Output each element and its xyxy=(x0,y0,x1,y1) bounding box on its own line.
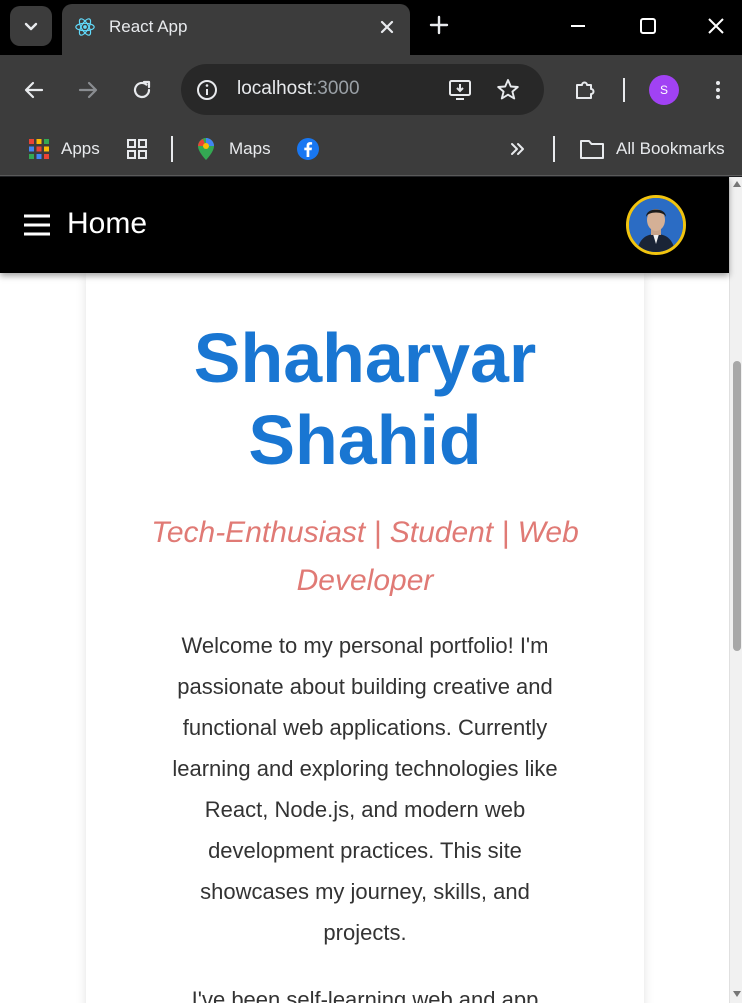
more-bookmarks-button[interactable] xyxy=(508,134,528,164)
intro-line: React, Node.js, and modern web xyxy=(204,797,526,822)
app-bar: Home xyxy=(0,177,729,273)
minimize-icon[interactable] xyxy=(566,14,590,38)
url-text: localhost:3000 xyxy=(237,78,360,100)
puzzle-icon xyxy=(576,81,595,99)
bookmark-maps[interactable]: Maps xyxy=(195,134,271,164)
tab-title: React App xyxy=(109,17,188,36)
browser-tab[interactable]: React App xyxy=(62,4,410,55)
hero-name: Shaharyar Shahid xyxy=(86,317,644,481)
scroll-up-arrow-icon[interactable] xyxy=(733,181,741,187)
close-tab-icon[interactable] xyxy=(376,16,398,38)
back-button[interactable] xyxy=(20,76,48,104)
facebook-icon xyxy=(297,138,319,160)
profile-initial: S xyxy=(659,83,668,97)
grid-icon xyxy=(127,139,147,159)
site-info-icon[interactable] xyxy=(195,78,219,102)
all-bookmarks-label: All Bookmarks xyxy=(616,139,725,158)
bookmark-maps-label: Maps xyxy=(229,139,271,158)
intro-line: passionate about building creative and xyxy=(177,674,553,699)
profile-avatar[interactable]: S xyxy=(649,75,679,105)
hero-name-first: Shaharyar xyxy=(193,319,537,397)
intro-line: Welcome to my personal portfolio! I'm xyxy=(181,633,549,658)
tagline-line: Tech-Enthusiast | Student | Web xyxy=(151,516,579,549)
folder-icon xyxy=(580,140,604,159)
page-title: Home xyxy=(67,207,148,240)
menu-button[interactable] xyxy=(704,76,732,104)
forward-button[interactable] xyxy=(74,76,102,104)
address-bar[interactable]: localhost:3000 xyxy=(181,64,544,115)
new-tab-icon[interactable] xyxy=(426,12,452,38)
arrow-right-icon xyxy=(78,81,98,99)
profile-photo-icon xyxy=(629,198,683,252)
window-close-icon[interactable] xyxy=(704,14,728,38)
intro-line: learning and exploring technologies like xyxy=(172,756,558,781)
hero-name-last: Shahid xyxy=(248,401,482,479)
double-chevron-right-icon xyxy=(511,143,524,155)
tab-groups-button[interactable] xyxy=(126,134,148,164)
hero-tagline: Tech-Enthusiast | Student | Web Develope… xyxy=(126,509,604,605)
browser-toolbar: localhost:3000 S xyxy=(0,55,742,124)
tab-search-button[interactable] xyxy=(10,6,52,46)
reload-button[interactable] xyxy=(128,76,156,104)
intro-paragraph: Welcome to my personal portfolio! I'm pa… xyxy=(136,625,594,953)
bookmark-facebook[interactable] xyxy=(296,134,320,164)
page-scrollbar[interactable] xyxy=(729,177,742,1003)
page-viewport: Home Shaharyar Shahid Tech-Enthusiast | … xyxy=(0,177,742,1003)
reload-icon xyxy=(133,80,151,99)
scroll-down-arrow-icon[interactable] xyxy=(733,991,741,997)
user-avatar[interactable] xyxy=(626,195,686,255)
bookmark-divider xyxy=(171,136,173,162)
bookmark-star-icon[interactable] xyxy=(495,77,521,103)
all-bookmarks-button[interactable]: All Bookmarks xyxy=(579,134,725,164)
intro-line: showcases my journey, skills, and xyxy=(200,879,530,904)
bookmark-apps-label: Apps xyxy=(61,139,100,158)
toolbar-divider xyxy=(623,78,625,102)
bookmark-apps[interactable]: Apps xyxy=(28,134,100,164)
intro-line: development practices. This site xyxy=(208,838,522,863)
apps-grid-icon xyxy=(29,139,49,159)
react-icon xyxy=(75,18,95,36)
intro-line: projects. xyxy=(323,920,407,945)
hamburger-menu-icon[interactable] xyxy=(23,213,51,237)
profile-card: Shaharyar Shahid Tech-Enthusiast | Stude… xyxy=(86,273,644,1003)
bookmarks-bar: Apps Maps All Bookmarks xyxy=(0,124,742,176)
url-port: :3000 xyxy=(312,78,360,99)
second-paragraph: I've been self-learning web and app xyxy=(136,979,594,1003)
intro-line: functional web applications. Currently xyxy=(182,715,548,740)
tagline-line: Developer xyxy=(296,564,434,597)
tab-strip: React App xyxy=(0,0,742,55)
bookmark-divider xyxy=(553,136,555,162)
install-app-icon[interactable] xyxy=(447,77,473,103)
arrow-left-icon xyxy=(24,81,44,99)
chevron-down-icon xyxy=(24,22,38,31)
extensions-button[interactable] xyxy=(571,76,599,104)
intro-line: I've been self-learning web and app xyxy=(191,987,539,1003)
url-host: localhost xyxy=(237,78,312,99)
maps-pin-icon xyxy=(198,138,214,160)
scroll-thumb[interactable] xyxy=(733,361,741,651)
maximize-icon[interactable] xyxy=(636,14,660,38)
more-vert-icon xyxy=(716,81,720,99)
